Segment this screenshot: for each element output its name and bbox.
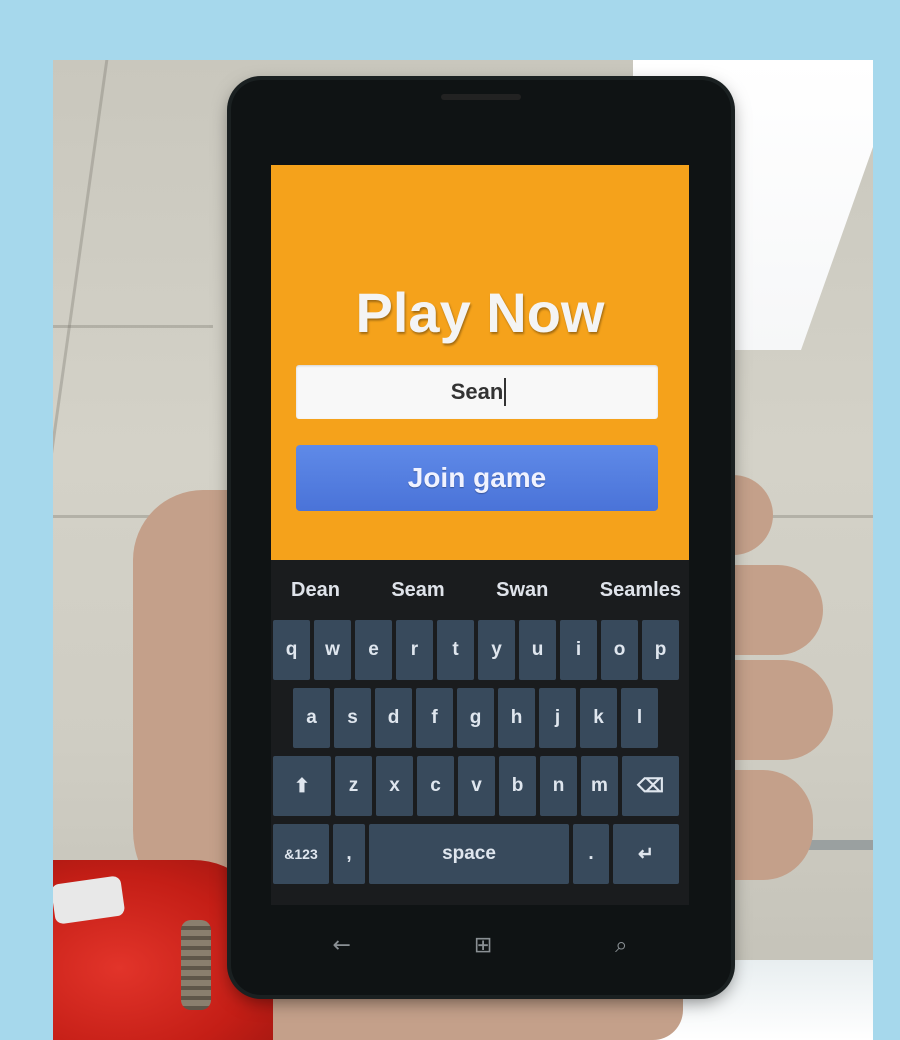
ceiling-grid-line	[53, 325, 213, 328]
key-a[interactable]: a	[293, 688, 330, 748]
backspace-icon: ⌫	[637, 775, 664, 797]
text-caret	[504, 378, 506, 406]
game-join-screen: Play Now Join game	[271, 165, 689, 560]
suggestion-item[interactable]: Seamles	[600, 579, 681, 602]
key-n[interactable]: n	[540, 756, 577, 816]
key-f[interactable]: f	[416, 688, 453, 748]
photo-frame: Play Now Join game Dean Seam Swan Seamle…	[53, 60, 873, 1040]
watch-band	[181, 920, 211, 1010]
on-screen-keyboard: q w e r t y u i o p a s d f g h j k l ⬆ …	[271, 620, 689, 905]
key-z[interactable]: z	[335, 756, 372, 816]
ceiling-grid-line	[53, 60, 109, 520]
key-p[interactable]: p	[642, 620, 679, 680]
key-b[interactable]: b	[499, 756, 536, 816]
backspace-key[interactable]: ⌫	[622, 756, 679, 816]
key-e[interactable]: e	[355, 620, 392, 680]
phone-screen: Play Now Join game Dean Seam Swan Seamle…	[271, 165, 689, 905]
shift-icon: ⬆	[294, 775, 310, 797]
player-name-input[interactable]	[296, 365, 658, 419]
symbols-key[interactable]: &123	[273, 824, 329, 884]
suggestion-item[interactable]: Dean	[291, 579, 340, 602]
key-h[interactable]: h	[498, 688, 535, 748]
join-game-button[interactable]: Join game	[296, 445, 658, 511]
key-r[interactable]: r	[396, 620, 433, 680]
search-icon[interactable]: ⌕	[615, 933, 627, 958]
period-key[interactable]: .	[573, 824, 609, 884]
phone-device: Play Now Join game Dean Seam Swan Seamle…	[231, 80, 731, 995]
phone-nav-bar: ← ⊞ ⌕	[271, 915, 689, 975]
enter-icon: ↵	[638, 843, 654, 865]
suggestion-item[interactable]: Seam	[391, 579, 444, 602]
key-j[interactable]: j	[539, 688, 576, 748]
space-key[interactable]: space	[369, 824, 569, 884]
key-u[interactable]: u	[519, 620, 556, 680]
key-x[interactable]: x	[376, 756, 413, 816]
phone-speaker	[441, 94, 521, 100]
key-s[interactable]: s	[334, 688, 371, 748]
windows-start-icon[interactable]: ⊞	[474, 933, 492, 958]
key-t[interactable]: t	[437, 620, 474, 680]
key-w[interactable]: w	[314, 620, 351, 680]
key-i[interactable]: i	[560, 620, 597, 680]
key-c[interactable]: c	[417, 756, 454, 816]
key-o[interactable]: o	[601, 620, 638, 680]
key-l[interactable]: l	[621, 688, 658, 748]
key-v[interactable]: v	[458, 756, 495, 816]
comma-key[interactable]: ,	[333, 824, 365, 884]
shift-key[interactable]: ⬆	[273, 756, 331, 816]
key-m[interactable]: m	[581, 756, 618, 816]
key-q[interactable]: q	[273, 620, 310, 680]
key-g[interactable]: g	[457, 688, 494, 748]
key-d[interactable]: d	[375, 688, 412, 748]
word-suggestions: Dean Seam Swan Seamles	[271, 565, 689, 615]
key-k[interactable]: k	[580, 688, 617, 748]
enter-key[interactable]: ↵	[613, 824, 679, 884]
suggestion-item[interactable]: Swan	[496, 579, 548, 602]
back-icon[interactable]: ←	[332, 933, 350, 958]
key-y[interactable]: y	[478, 620, 515, 680]
page-title: Play Now	[355, 281, 605, 344]
